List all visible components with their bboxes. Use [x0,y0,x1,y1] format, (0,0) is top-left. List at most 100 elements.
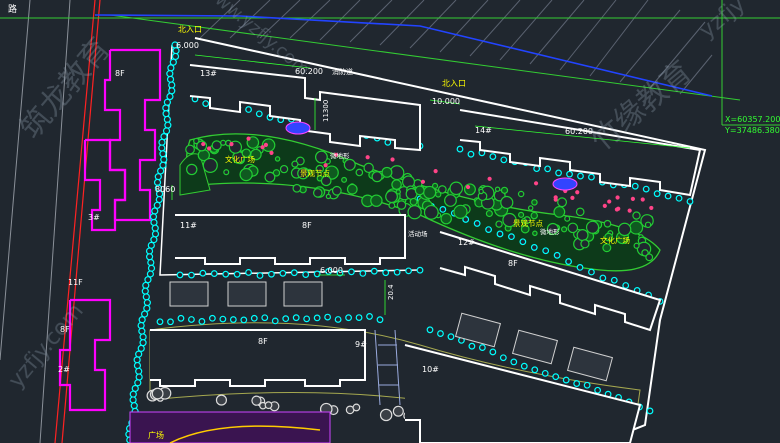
tree-symbol [567,222,579,234]
fire-lane-label: 消防道 [332,67,353,76]
tree-symbol [147,241,155,249]
tree-symbol [160,155,168,164]
tree-symbol [158,144,166,152]
tree-symbol [202,100,210,108]
tree-symbol [155,195,163,204]
road-label: 路 [8,3,17,15]
tree-symbol [478,188,484,195]
tree-symbol [260,145,265,150]
tree-symbol [159,150,167,158]
tree-symbol [485,209,493,218]
tree-symbol [133,361,142,370]
tree-symbol [467,150,475,158]
tree-symbol [208,314,216,322]
tree-symbol [149,213,158,221]
site-plan-drawing: 北入口 北入口 路 消防道 景观节点 景观节点 文化广场 文化广场 微地形 微地… [0,0,780,443]
building-12-label: 12# [458,238,475,247]
dim-11300: 11300 [322,100,330,122]
tree-symbol [313,314,321,322]
tree-symbol [631,182,639,190]
tree-symbol [220,139,227,146]
tree-symbol [495,220,503,228]
coord-y: Y=37486.380 [724,126,780,135]
tree-symbol [610,276,618,284]
tree-symbol [456,145,464,153]
tree-symbol [686,198,694,205]
tree-symbol [271,317,279,325]
tree-symbol [222,270,230,278]
tree-symbol [323,163,328,168]
tree-symbol [147,258,155,267]
tree-symbol [573,380,581,387]
tree-symbol [465,184,471,190]
tree-symbol [348,268,355,276]
tree-symbol [302,271,310,278]
tree-symbol [544,165,552,173]
tree-symbol [162,127,171,135]
tree-symbol [566,170,573,178]
tree-symbol [420,179,426,184]
tree-symbol [447,333,455,341]
tree-symbol [196,140,208,152]
left-2-label: 2# [58,365,70,374]
building-11-floors: 8F [302,221,312,230]
tree-symbol [407,205,422,220]
tree-symbol [370,267,378,275]
tree-symbol [292,183,302,193]
tree-symbol [188,271,195,279]
tree-symbol [453,204,468,219]
tree-symbol [139,339,147,347]
tree-symbol [588,173,595,181]
tree-symbol [219,315,227,323]
tree-symbol [489,153,497,160]
tree-symbol [607,199,612,204]
tree-symbol [437,185,447,194]
watermark-5: yzfjy.com [4,299,89,393]
tree-symbol [290,269,298,277]
tree-symbol [449,181,464,196]
tree-symbol [575,207,585,217]
tree-symbol [565,258,572,265]
tree-symbol [129,390,137,398]
tree-symbol [163,115,171,124]
tree-symbol [520,362,528,370]
tree-symbol [473,220,481,227]
tree-symbol [201,141,206,147]
tree-symbol [414,185,425,196]
tree-symbol [594,386,602,394]
tree-symbol [575,190,580,195]
tree-symbol [324,313,332,321]
tree-symbol [541,369,549,377]
tree-symbol [151,230,160,238]
tree-symbol [388,202,396,209]
tree-symbol [188,316,195,323]
tree-symbol [143,304,151,312]
tree-symbol [664,192,672,200]
tree-symbol [561,226,568,233]
tree-symbol [282,315,290,323]
landscape-label-b: 景观节点 [513,219,543,228]
tree-symbol [156,318,164,326]
tree-symbol [223,169,230,176]
tree-symbol [576,229,589,242]
dim-8060: 8060 [155,185,175,194]
tree-symbol [396,200,407,210]
tree-symbol [645,253,654,262]
tree-symbol [555,169,562,177]
tree-symbol [199,269,207,277]
tree-symbol [314,150,328,164]
tree-symbol [210,270,218,277]
play-area-label: 活动场 [408,229,428,238]
tree-symbol [162,104,170,112]
tree-symbol [553,205,566,218]
tree-symbol [518,211,525,218]
tree-symbol [500,195,514,210]
tree-symbol [642,185,650,193]
tree-symbol [138,316,146,324]
left-11f: 11F [68,278,83,287]
tree-symbol [431,182,439,189]
left-8f-top: 8F [115,69,125,78]
tree-symbol [261,314,269,322]
tree-symbol [256,272,264,279]
tree-symbol [603,219,612,228]
